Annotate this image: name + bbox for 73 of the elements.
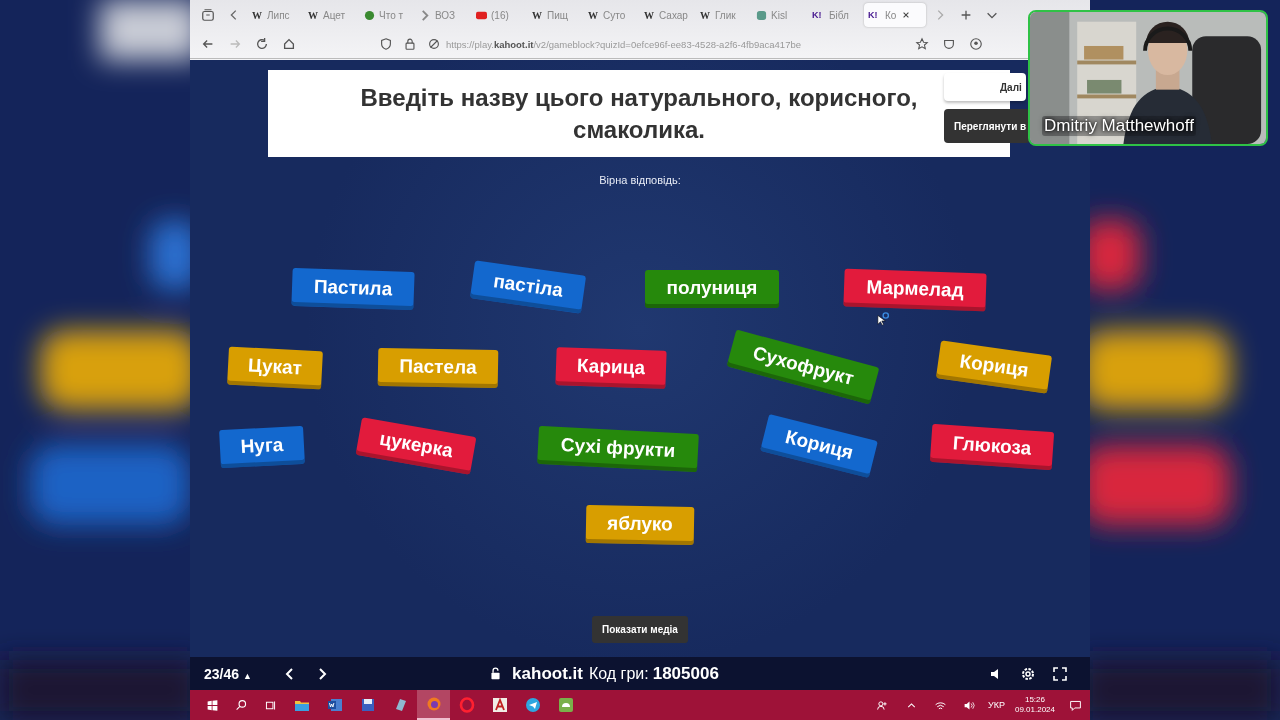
notification-icon[interactable] [1069,698,1082,712]
home-icon[interactable] [282,37,296,51]
review-button[interactable]: Переглянути в [944,109,1030,143]
browser-tab[interactable]: W Суто [584,3,638,27]
people-icon[interactable] [876,698,889,712]
close-icon[interactable] [902,11,911,19]
bookmark-star-icon[interactable] [915,37,929,51]
answer-tile: Цукат [227,346,323,390]
url-text[interactable]: https://play.kahoot.it/v2/gameblock?quizId=0efce96f-ee83-4528-a2f6-4fb9aca417be [446,38,801,50]
permissions-icon[interactable] [427,37,441,51]
opera-icon [458,697,475,713]
lock-icon [489,667,503,680]
new-tab-icon[interactable] [959,8,973,22]
answer-tile: Нуга [219,425,305,469]
answer-tile: Пастила [291,267,415,311]
progress-text[interactable]: 23/46 ▲ [204,665,274,682]
site-text: kahoot.it [512,663,583,684]
answer-tile: Глюкоза [929,423,1055,471]
next-button[interactable]: Далі [944,73,1026,101]
game-pin: 1805006 [652,663,719,684]
kahoot-icon: K! [812,9,825,21]
wikipedia-icon: W [588,9,599,21]
windows-start-icon[interactable] [206,698,219,712]
firefox-icon [425,696,442,712]
pin-label: Код гри: [588,664,649,683]
wikipedia-icon: W [308,9,319,21]
clock[interactable]: 15:26 09.01.2024 [1014,695,1055,715]
floppy-icon [359,697,376,713]
browser-tab[interactable]: W Липс [248,3,302,27]
answers-label: Вірна відповідь: [598,174,682,186]
browser-tab[interactable]: W Глик [696,3,750,27]
answer-tile: Сухі фрукти [537,425,699,473]
back-icon[interactable] [201,37,215,51]
account-icon[interactable] [969,37,983,51]
answer-tile: цукерка [355,417,477,475]
question-text: Введіть назву цього натурального, корисного, смаколика. [359,82,919,145]
wikipedia-icon: W [700,9,711,21]
shield-icon[interactable] [379,37,393,51]
show-media-button[interactable]: Показати медіа [592,616,688,643]
answer-tile: Кориця [760,414,878,478]
tab-list-icon[interactable] [201,8,215,22]
browser-tab[interactable]: K! Ко [864,3,926,27]
chevron-icon [420,9,431,21]
language-indicator[interactable]: УКР [988,700,1005,710]
browser-tab[interactable]: W Сахар [640,3,694,27]
reload-icon[interactable] [255,37,269,51]
telegram-icon [524,697,541,713]
answer-tile: яблуко [585,505,695,545]
lock-icon[interactable] [403,37,417,51]
search-icon[interactable] [235,698,248,712]
browser-tab[interactable]: K! Бібл [808,3,862,27]
answer-tile: полуниця [645,270,779,308]
answer-tile: пастіла [469,260,587,314]
wikipedia-icon: W [532,9,543,21]
answer-tile: Мармелад [843,268,987,312]
fullscreen-icon[interactable] [1052,665,1068,682]
pocket-icon[interactable] [942,37,956,51]
answer-tile: Пастела [377,347,499,389]
task-view-icon[interactable] [264,698,277,712]
answer-tile: Кориця [935,340,1053,394]
android-icon [557,697,574,713]
kahoot-icon: K! [868,9,881,21]
settings-icon[interactable] [1020,665,1036,682]
volume-icon[interactable] [963,698,976,712]
word-icon [326,697,343,713]
answer-tile: Карица [555,347,667,389]
browser-tab[interactable]: W Пищ [528,3,582,27]
wikipedia-icon: W [252,9,263,21]
app-icon [491,697,508,713]
cursor-icon [877,312,891,326]
wikipedia-icon: W [644,9,655,21]
browser-tab[interactable]: W Ацет [304,3,358,27]
taskbar-app[interactable] [417,690,450,720]
